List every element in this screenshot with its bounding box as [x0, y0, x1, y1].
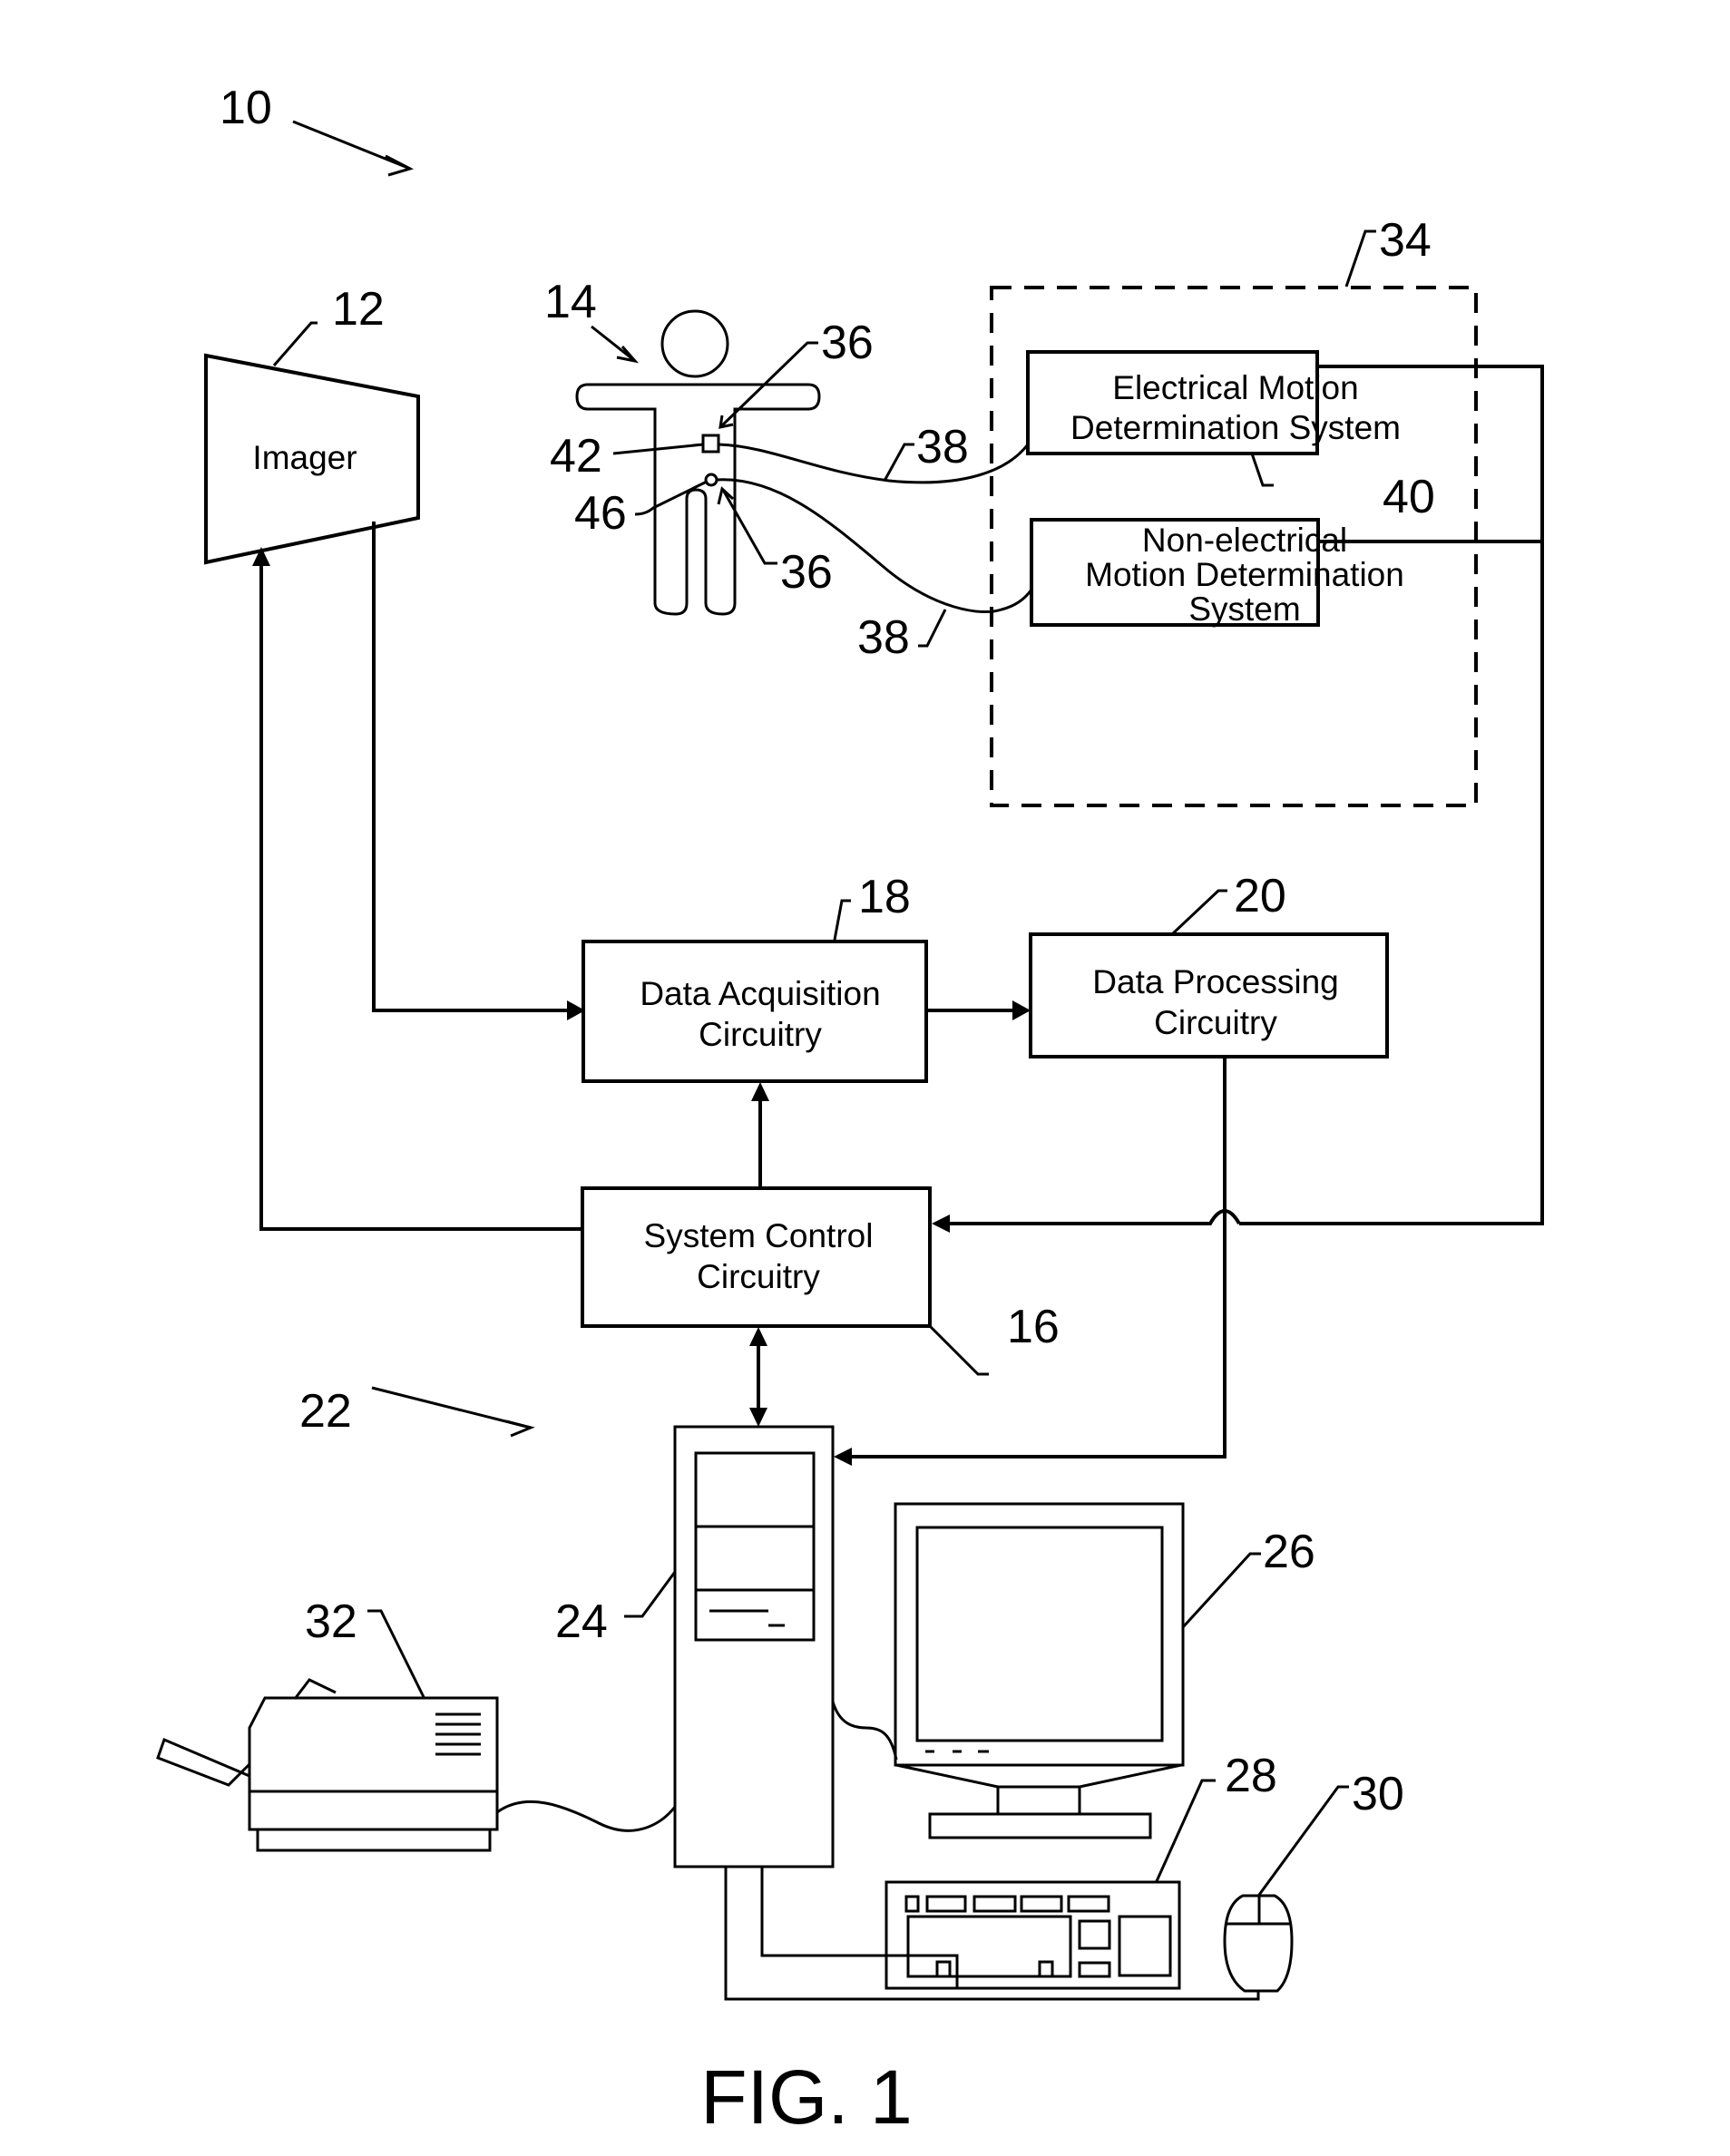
daq-label-line1: Data Acquisition — [640, 975, 880, 1012]
ref-46: 46 — [574, 487, 627, 540]
computer-tower-icon — [673, 1425, 835, 1868]
ref-46-leader — [634, 480, 708, 516]
nonelectrical-label-line1: Non-electrical — [1142, 522, 1347, 559]
electrode-sensor-icon — [701, 434, 720, 454]
control-to-daq-arrowhead — [751, 1082, 769, 1101]
electrical-motion-label-line1: Electrical Motion — [1112, 369, 1358, 406]
ref-28: 28 — [1225, 1750, 1277, 1802]
ref-12: 12 — [332, 283, 385, 336]
ref-38-lower-leader — [918, 609, 947, 648]
ref-14: 14 — [544, 276, 597, 328]
ref-32: 32 — [305, 1595, 357, 1648]
ref-38-upper-leader — [883, 443, 914, 482]
ref-28-leader — [1155, 1779, 1216, 1882]
ref-18-leader — [833, 899, 851, 941]
control-label-line1: System Control — [644, 1217, 874, 1254]
ref-36-upper: 36 — [821, 317, 874, 369]
control-computer-arrowhead-down — [749, 1408, 767, 1427]
daq-to-dp-arrowhead — [1012, 1000, 1031, 1020]
ref-20-leader — [1170, 889, 1227, 936]
ref-30-leader — [1257, 1785, 1349, 1896]
bus-crossover-hop — [948, 1208, 1241, 1225]
mouse-icon — [1223, 1894, 1294, 1993]
ref-18: 18 — [858, 871, 911, 923]
dp-label-line2: Circuitry — [1154, 1004, 1277, 1041]
bus-to-control-arrowhead — [932, 1215, 950, 1233]
keyboard-icon — [885, 1880, 1181, 1990]
ref-20: 20 — [1234, 870, 1286, 922]
dp-label-line1: Data Processing — [1092, 963, 1338, 1000]
electrical-motion-label-line2: Determination System — [1070, 409, 1401, 446]
printer-icon — [156, 1678, 499, 1852]
non-electrode-sensor-icon — [704, 473, 718, 487]
keyboard-cable — [760, 1867, 959, 1988]
ref-10: 10 — [220, 82, 272, 134]
ref-16-leader — [928, 1324, 989, 1376]
monitor-cable — [831, 1701, 898, 1761]
lead-wire-lower — [716, 478, 1033, 613]
system-control-block — [581, 1186, 932, 1328]
ref-36-lower-arrow — [717, 486, 777, 565]
ref-38-lower: 38 — [857, 611, 910, 664]
ref-22: 22 — [299, 1385, 352, 1438]
ref-26: 26 — [1263, 1526, 1315, 1578]
monitor-icon — [894, 1502, 1185, 1839]
ref-16: 16 — [1007, 1301, 1060, 1353]
ref-24-leader — [624, 1571, 677, 1618]
nonelectrical-label-line3: System — [1188, 590, 1300, 628]
control-label-line2: Circuitry — [697, 1258, 820, 1295]
daq-label-line2: Circuitry — [699, 1016, 822, 1053]
control-computer-arrowhead-up — [749, 1327, 767, 1346]
ref-38-upper: 38 — [916, 421, 969, 473]
ref-10-arrow — [292, 120, 415, 177]
imager-to-daq-line — [372, 522, 570, 1012]
patient-head — [660, 309, 729, 378]
control-to-imager-line — [259, 564, 582, 1231]
imager-label: Imager — [252, 439, 357, 476]
patent-figure: 10 12 Imager 14 42 46 36 36 38 38 34 Ele… — [156, 82, 1544, 2140]
ref-40-leader — [1250, 453, 1274, 487]
nonelectrical-label-line2: Motion Determination — [1085, 556, 1404, 593]
ref-24: 24 — [555, 1595, 608, 1648]
ref-26-leader — [1181, 1552, 1261, 1629]
ref-42-electrode-leader — [612, 443, 704, 455]
printer-cable — [496, 1800, 677, 1832]
figure-caption: FIG. 1 — [700, 2054, 912, 2140]
dp-to-computer-arrowhead — [834, 1448, 852, 1466]
lead-wire-upper — [718, 443, 1030, 484]
ref-36-lower: 36 — [780, 546, 833, 599]
ref-34: 34 — [1379, 214, 1432, 267]
ref-34-leader — [1344, 229, 1376, 288]
ref-32-leader — [367, 1609, 425, 1698]
ref-14-arrow — [591, 325, 640, 364]
ref-40: 40 — [1383, 471, 1435, 523]
ref-42-electrode: 42 — [550, 430, 602, 483]
ref-22-arrow — [371, 1386, 535, 1438]
ref-12-leader — [272, 321, 318, 366]
ref-30: 30 — [1352, 1768, 1404, 1820]
